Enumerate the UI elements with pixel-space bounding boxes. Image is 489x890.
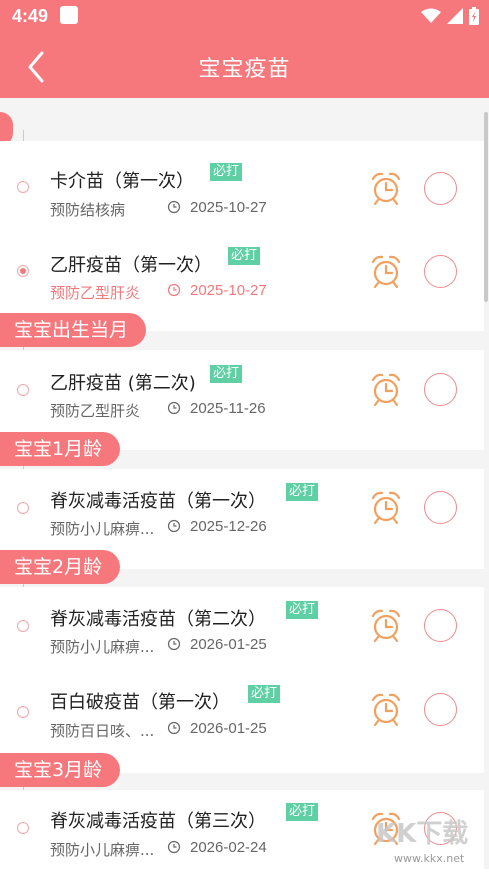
check-circle[interactable] [424,491,457,524]
scrollbar[interactable] [484,112,488,302]
required-badge: 必打 [228,247,261,265]
vaccine-name: 脊灰减毒活疫苗（第三次） [50,811,266,832]
status-icons [421,6,479,26]
watermark-url: www.kkx.net [394,852,465,865]
required-badge: 必打 [210,163,243,181]
check-circle[interactable] [424,373,457,406]
signal-icon [447,8,463,24]
clock-icon [167,200,181,214]
clock-icon [167,840,181,854]
alarm-clock-icon[interactable] [370,171,402,205]
timeline-dot [17,620,29,632]
alarm-clock-icon[interactable] [370,490,402,524]
section-tag: 宝宝出生当月 [0,313,147,347]
vaccine-name: 脊灰减毒活疫苗（第二次） [50,609,266,630]
vaccine-row[interactable]: 卡介苗（第一次） 必打 预防结核病 2025-10-27 [0,141,484,241]
watermark: KK下载 www.kkx.net [372,812,482,868]
check-circle[interactable] [424,609,457,642]
timeline-dot [17,502,29,514]
required-badge: 必打 [286,803,319,821]
timeline-dot [17,706,29,718]
vaccine-name: 乙肝疫苗 (第二次) [50,373,196,394]
check-circle[interactable] [424,693,457,726]
app-bar: 宝宝疫苗 [0,33,489,98]
status-bar: 4:49 [0,0,489,33]
vaccine-date: 2026-01-25 [190,720,267,737]
check-circle[interactable] [424,255,457,288]
page-title: 宝宝疫苗 [198,57,291,82]
vaccine-description: 预防小儿麻痹... [50,638,155,656]
watermark-brand: KK下载 [376,819,468,849]
alarm-clock-icon[interactable] [370,692,402,726]
vaccine-description: 预防结核病 [50,201,126,219]
clock-icon [167,283,181,297]
clock-icon [167,519,181,533]
wifi-icon [421,8,441,23]
timeline-dot-active [17,265,29,277]
status-time: 4:49 [12,6,49,26]
alarm-clock-icon[interactable] [370,608,402,642]
clock-icon [167,637,181,651]
clock-icon [167,721,181,735]
vaccine-row[interactable]: 脊灰减毒活疫苗（第二次） 必打 预防小儿麻痹... 2026-01-25 [0,587,484,687]
vaccine-date: 2025-11-26 [190,400,266,417]
vaccine-date: 2025-12-26 [190,518,267,535]
vaccine-date: 2026-01-25 [190,636,267,653]
section-tag: 宝宝2月龄 [0,550,121,584]
timeline-dot [17,181,29,193]
timeline-dot [17,384,29,396]
vaccine-description: 预防小儿麻痹... [50,520,155,538]
timeline-dot [17,822,29,834]
vaccine-date: 2025-10-27 [190,199,267,216]
vaccine-name: 百白破疫苗（第一次） [50,692,230,713]
vaccine-description: 预防百日咳、... [50,722,155,740]
required-badge: 必打 [210,365,243,383]
vaccine-description: 预防乙型肝炎 [50,402,141,420]
alarm-clock-icon[interactable] [370,254,402,288]
vaccine-date: 2025-10-27 [190,282,267,299]
vaccine-date: 2026-02-24 [190,839,267,856]
required-badge: 必打 [248,685,281,703]
vaccine-description: 预防乙型肝炎 [50,284,141,302]
section-tag: 宝宝1月龄 [0,432,121,466]
alarm-clock-icon[interactable] [370,372,402,406]
vaccine-name: 卡介苗（第一次） [50,171,194,192]
vaccine-name: 脊灰减毒活疫苗（第一次） [50,491,266,512]
notification-icon [60,6,78,24]
check-circle[interactable] [424,172,457,205]
required-badge: 必打 [286,601,319,619]
section-tag: 宝宝3月龄 [0,753,121,787]
required-badge: 必打 [286,483,319,501]
vaccine-description: 预防小儿麻痹... [50,841,155,859]
watermark-logo: KK下载 www.kkx.net [376,819,468,865]
battery-icon [469,7,479,25]
vaccine-name: 乙肝疫苗（第一次） [50,255,212,276]
clock-icon [167,401,181,415]
